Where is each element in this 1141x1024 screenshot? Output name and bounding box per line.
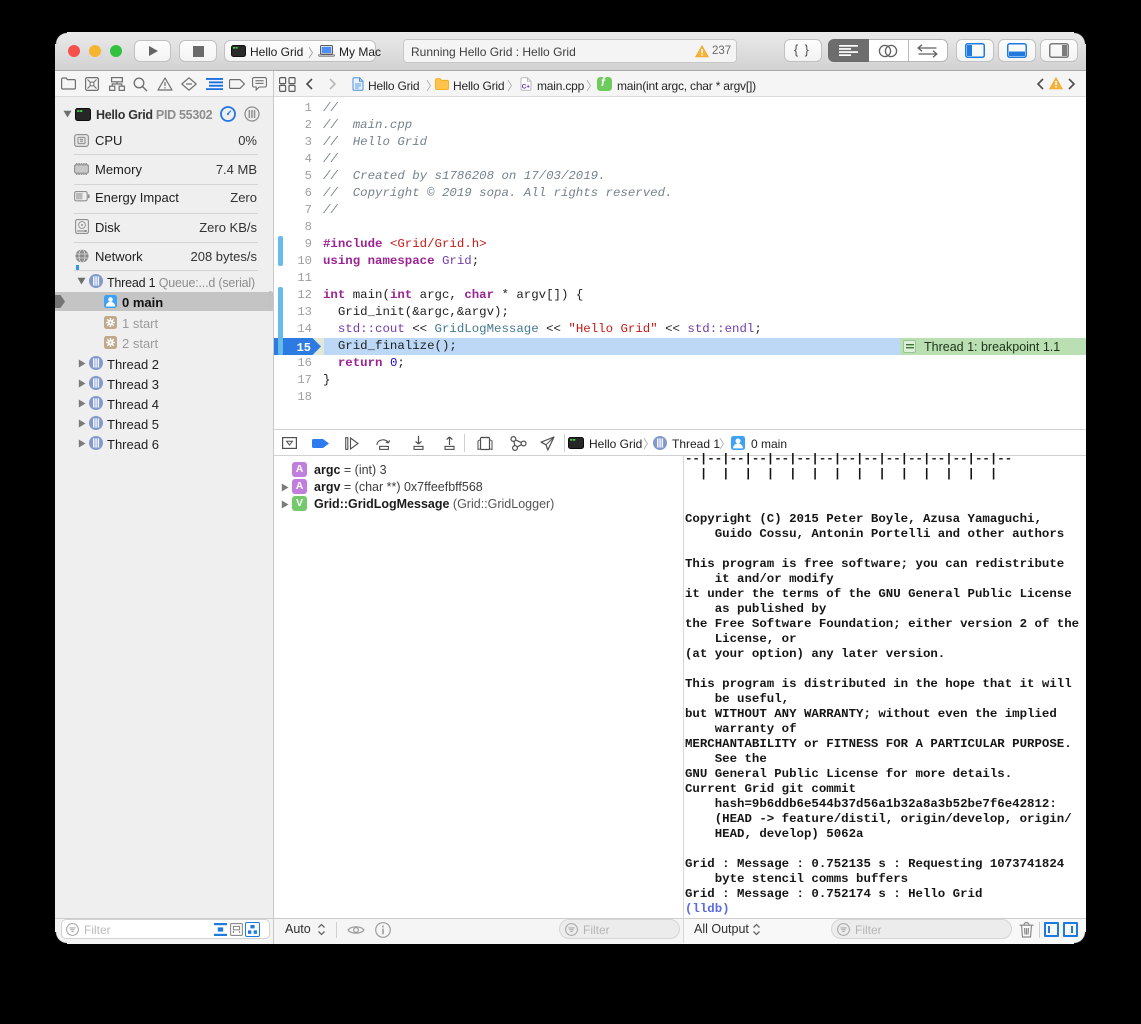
svg-text:C+: C+ — [522, 83, 531, 90]
